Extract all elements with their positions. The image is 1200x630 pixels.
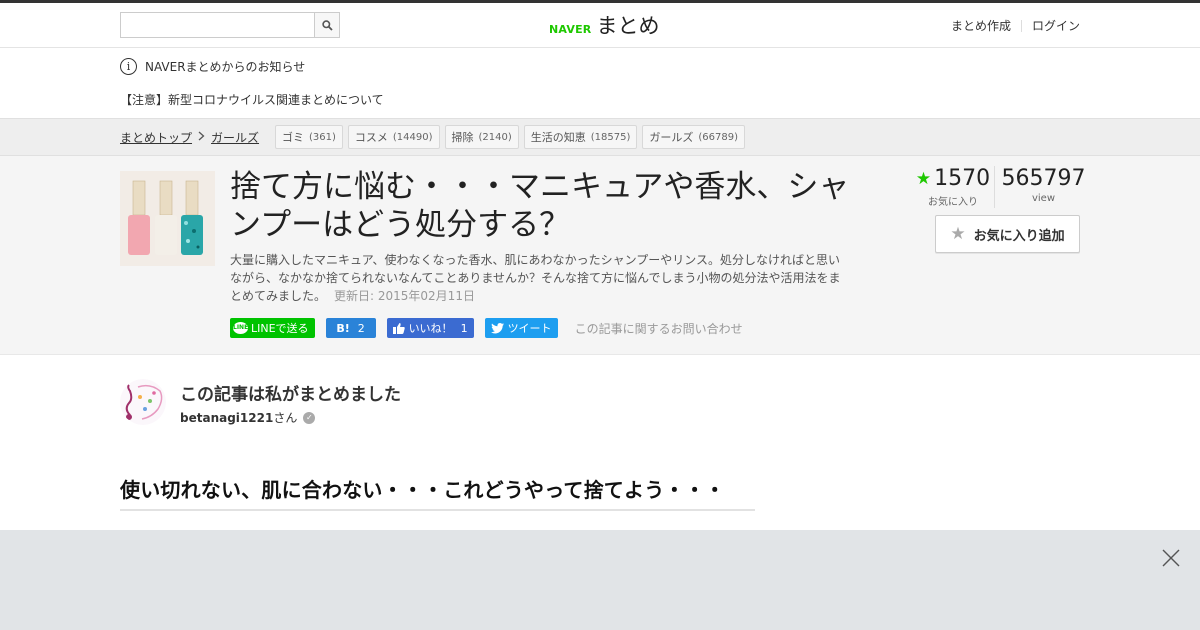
article-header: 捨て方に悩む・・・マニキュアや香水、シャンプーはどう処分する？ 大量に購入したマ… bbox=[0, 156, 1200, 355]
section-heading: 使い切れない、肌に合わない・・・これどうやって捨てよう・・・ bbox=[120, 474, 755, 511]
hatena-count: 2 bbox=[357, 321, 365, 335]
header-links: まとめ作成 ログイン bbox=[951, 17, 1080, 34]
music-note-avatar-icon bbox=[120, 379, 166, 425]
avatar[interactable] bbox=[120, 379, 166, 425]
tag-count: (18575) bbox=[590, 131, 631, 143]
tag-count: (2140) bbox=[478, 131, 512, 143]
inquiry-link[interactable]: この記事に関するお問い合わせ bbox=[575, 320, 743, 337]
info-icon: i bbox=[120, 58, 137, 75]
logo-brand: NAVER bbox=[549, 23, 592, 36]
notice-title-row: i NAVERまとめからのお知らせ bbox=[120, 58, 305, 75]
search-box bbox=[120, 12, 340, 38]
search-input[interactable] bbox=[121, 13, 315, 37]
line-icon: LINE bbox=[233, 322, 248, 334]
notice-title: NAVERまとめからのお知らせ bbox=[145, 60, 306, 74]
tag-count: (361) bbox=[309, 131, 336, 143]
thumbs-up-icon bbox=[392, 322, 405, 334]
bottom-ad-overlay bbox=[0, 530, 1200, 630]
login-link[interactable]: ログイン bbox=[1032, 17, 1080, 34]
breadcrumb-category[interactable]: ガールズ bbox=[211, 129, 259, 146]
tag-item[interactable]: 掃除 (2140) bbox=[444, 125, 519, 149]
breadcrumb-bar: まとめトップ ガールズ ゴミ (361) コスメ (14490) 掃除 (2140) … bbox=[0, 118, 1200, 156]
favorite-stat: ★ 1570 お気に入り bbox=[912, 166, 994, 208]
twitter-bird-icon bbox=[490, 322, 504, 333]
search-button[interactable] bbox=[314, 13, 339, 37]
tag-label: 掃除 bbox=[451, 131, 474, 144]
tag-item[interactable]: ガールズ (66789) bbox=[642, 125, 746, 149]
breadcrumb: まとめトップ ガールズ bbox=[120, 119, 259, 155]
star-outline-icon: ★ bbox=[950, 224, 966, 244]
add-favorite-button[interactable]: ★ お気に入り追加 bbox=[935, 215, 1080, 253]
chevron-right-icon bbox=[198, 130, 205, 144]
close-icon[interactable] bbox=[1162, 549, 1180, 567]
description-text: 大量に購入したマニキュア、使わなくなった香水、肌にあわなかったシャンプーやリンス… bbox=[230, 253, 841, 303]
tweet-label: ツイート bbox=[507, 322, 552, 335]
breadcrumb-top[interactable]: まとめトップ bbox=[120, 129, 192, 146]
author-heading: この記事は私がまとめました bbox=[180, 385, 401, 405]
tag-label: ゴミ bbox=[282, 131, 304, 144]
line-share-label: LINEで送る bbox=[251, 322, 309, 335]
tweet-button[interactable]: ツイート bbox=[484, 318, 558, 338]
search-icon bbox=[321, 19, 333, 31]
star-icon: ★ bbox=[915, 169, 932, 189]
facebook-like-count: 1 bbox=[460, 321, 468, 335]
tag-label: コスメ bbox=[354, 131, 388, 144]
add-favorite-label: お気に入り追加 bbox=[973, 228, 1065, 244]
facebook-like-label: いいね！ bbox=[408, 322, 453, 335]
favorite-label: お気に入り bbox=[928, 197, 978, 208]
hatena-icon: B! bbox=[336, 321, 350, 335]
updated-date: 更新日: 2015年02月11日 bbox=[334, 289, 475, 303]
view-label: view bbox=[1031, 193, 1056, 204]
article-stats: ★ 1570 お気に入り 565797 view bbox=[912, 166, 1086, 208]
tag-label: ガールズ bbox=[649, 131, 694, 144]
notice-area: i NAVERまとめからのお知らせ 【注意】新型コロナウイルス関連まとめについて bbox=[0, 48, 1200, 118]
favorite-count: 1570 bbox=[934, 166, 991, 191]
article-description: 大量に購入したマニキュア、使わなくなった香水、肌にあわなかったシャンプーやリンス… bbox=[230, 251, 850, 305]
author-name-row: betanagi1221 さん ✓ bbox=[180, 409, 316, 426]
facebook-like-button[interactable]: いいね！ 1 bbox=[386, 318, 474, 338]
verified-check-icon: ✓ bbox=[303, 411, 316, 424]
author-suffix: さん bbox=[273, 411, 298, 425]
article-thumbnail bbox=[120, 171, 215, 266]
header-link-divider bbox=[1020, 19, 1022, 32]
tag-label: 生活の知恵 bbox=[530, 131, 586, 144]
article-title: 捨て方に悩む・・・マニキュアや香水、シャンプーはどう処分する？ bbox=[230, 169, 850, 243]
tag-item[interactable]: コスメ (14490) bbox=[347, 125, 440, 149]
view-count: 565797 bbox=[1001, 166, 1086, 191]
tag-item[interactable]: 生活の知恵 (18575) bbox=[523, 125, 638, 149]
create-matome-link[interactable]: まとめ作成 bbox=[951, 17, 1011, 34]
hatena-bookmark-button[interactable]: B! 2 bbox=[325, 318, 376, 338]
site-header: NAVER まとめ まとめ作成 ログイン bbox=[0, 3, 1200, 48]
nail-polish-image bbox=[120, 171, 215, 266]
share-bar: LINE LINEで送る B! 2 いいね！ 1 ツイート この記事に関するお問い合わ… bbox=[230, 318, 743, 338]
notice-link[interactable]: 【注意】新型コロナウイルス関連まとめについて bbox=[120, 91, 384, 108]
view-stat: 565797 view bbox=[994, 166, 1086, 208]
tag-count: (66789) bbox=[698, 131, 739, 143]
logo-title: まとめ bbox=[596, 14, 660, 38]
line-share-button[interactable]: LINE LINEで送る bbox=[230, 318, 315, 338]
tag-count: (14490) bbox=[392, 131, 433, 143]
site-logo[interactable]: NAVER まとめ bbox=[549, 10, 659, 40]
tag-list: ゴミ (361) コスメ (14490) 掃除 (2140) 生活の知恵 (18575)… bbox=[275, 125, 750, 149]
author-name[interactable]: betanagi1221 bbox=[180, 411, 273, 425]
tag-item[interactable]: ゴミ (361) bbox=[275, 125, 343, 149]
